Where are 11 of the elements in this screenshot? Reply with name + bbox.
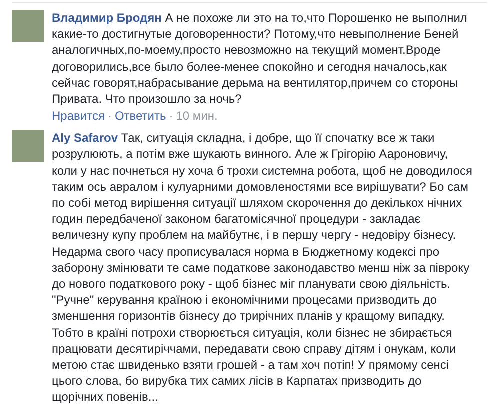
author-link[interactable]: Владимир Бродян bbox=[52, 11, 162, 25]
separator-dot: · bbox=[108, 108, 112, 124]
comment-action-link[interactable]: Ответить bbox=[114, 108, 166, 124]
separator-dot: · bbox=[169, 108, 174, 124]
avatar-photo-placeholder bbox=[12, 10, 44, 42]
comment-text: Aly Safarov Так, ситуація складна, і добре, що її спочатку все ж таки розрулюють, а потім вже шукають винного. Але ж Грігорію Аароновичу, коли у нас почнеться ну хоча б трохи системна робота, щоб не доводилося таким ось авралом і кулуарними домовленостями все вирішувати? Бо сам по собі метод вирішення ситуації шляхом скорочення до декількох нічних годин передбаченої законом багатомісячної процедури - закладає величезну купу проблем на майбутнє, і в першу чергу - недовіру бізнесу. Недарма свого часу прописувалася норма в Бюджетному кодексі про заборону змінювати те саме податкове законодавство менш ніж за півроку до нового податкового року - щоб бізнес міг планувати свою діяльність. "Ручне" керування країною і економічними процесами призводить до зменшення горизонтів бізнесу до трирічних планів у кращому випадку. Тобто в країні потрохи створюється ситуація, коли бізнес не збирається працювати десятиріччами, передавати свою справу дітям і онукам, коли метою стає швиденько взяти грошей - а там хоч потіп! У прямому сенсі цього слова, бо вирубка тих самих лісів в Карпатах призводить до щорічних повенів... bbox=[52, 130, 474, 406]
comment-text: Владимир Бродян А не похоже ли это на то,что Порошенко не выполнил какие-то достигнутые договоренности? Потому,что невыполнение Беней аналогичных,по-моему,просто невозможно на текущий момент.Вроде договорились,все было более-менее спокойно и сегодня началось,как сейчас говорят,набрасывание дерьма на вентилятор,причем со стороны Привата. Что произошло за ночь? bbox=[52, 10, 468, 108]
comment-action-link[interactable]: Нравится bbox=[52, 108, 105, 124]
avatar-photo-placeholder bbox=[12, 130, 44, 162]
author-link[interactable]: Aly Safarov bbox=[52, 131, 118, 146]
comment-time[interactable]: 10 мин. bbox=[176, 108, 218, 124]
